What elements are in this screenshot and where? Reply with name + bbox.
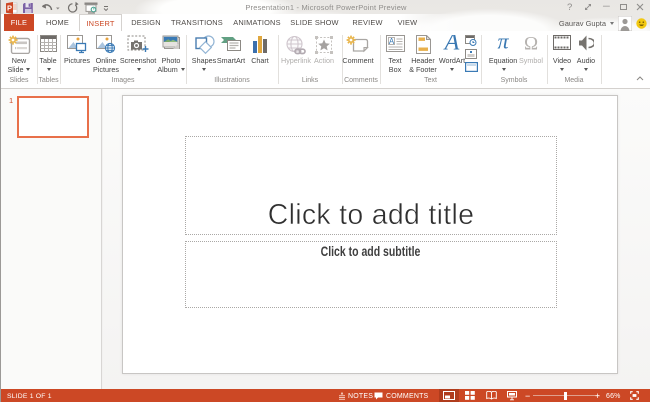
svg-text:A: A <box>388 37 394 46</box>
svg-text:π: π <box>497 35 509 54</box>
svg-text:A: A <box>443 35 460 54</box>
svg-text:Ω: Ω <box>524 35 538 54</box>
